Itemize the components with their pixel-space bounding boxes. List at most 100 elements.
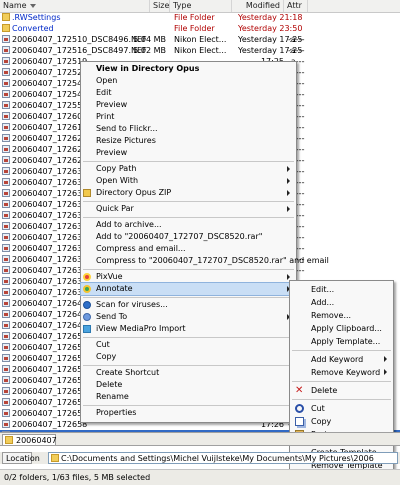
nef-file-icon xyxy=(2,266,10,274)
folder-icon xyxy=(2,24,10,32)
menu-item-label: Create Shortcut xyxy=(96,368,160,377)
submenu-arrow-icon xyxy=(287,190,290,196)
nef-file-icon xyxy=(2,90,10,98)
submenu-item-label: Add Keyword xyxy=(311,355,364,364)
menu-item-cut[interactable]: Cut xyxy=(81,339,296,351)
menu-item-rename[interactable]: Rename xyxy=(81,391,296,403)
menu-item-preview[interactable]: Preview xyxy=(81,99,296,111)
menu-item-create-shortcut[interactable]: Create Shortcut xyxy=(81,367,296,379)
file-type: Nikon Elect... xyxy=(174,35,227,44)
sort-descending-icon xyxy=(30,4,36,8)
menu-item-view-in-directory-opus[interactable]: View in Directory Opus xyxy=(81,63,296,75)
submenu-item-add[interactable]: Add... xyxy=(290,296,393,309)
menu-item-send-to[interactable]: Send To xyxy=(81,311,296,323)
menu-item-add-to-20060407-172707-dsc8520-rar[interactable]: Add to "20060407_172707_DSC8520.rar" xyxy=(81,231,296,243)
nef-file-icon xyxy=(2,321,10,329)
file-row[interactable]: Converted File Folder Yesterday 23:50 xyxy=(0,23,400,34)
folder-tab-label: 20060407 xyxy=(16,436,57,445)
submenu-item-edit[interactable]: Edit... xyxy=(290,283,393,296)
submenu-item-label: Copy xyxy=(311,417,332,426)
submenu-item-apply-template[interactable]: Apply Template... xyxy=(290,335,393,348)
nef-file-icon xyxy=(2,420,10,428)
status-text: 0/2 folders, 1/63 files, 5 MB selected xyxy=(4,473,151,482)
file-row[interactable]: .RWSettings File Folder Yesterday 21:18 xyxy=(0,12,400,23)
menu-item-properties[interactable]: Properties xyxy=(81,407,296,419)
submenu-item-apply-clipboard[interactable]: Apply Clipboard... xyxy=(290,322,393,335)
nef-file-icon xyxy=(2,211,10,219)
column-header-name-label: Name xyxy=(3,1,27,10)
menu-item-copy-path[interactable]: Copy Path xyxy=(81,163,296,175)
nef-file-icon xyxy=(2,233,10,241)
menu-item-pixvue[interactable]: PixVue xyxy=(81,271,296,283)
folder-icon xyxy=(2,13,10,21)
menu-item-add-to-archive[interactable]: Add to archive... xyxy=(81,219,296,231)
column-header-name[interactable]: Name xyxy=(0,0,150,12)
menu-item-label: Add to archive... xyxy=(96,220,162,229)
menu-item-edit[interactable]: Edit xyxy=(81,87,296,99)
submenu-item-remove-keyword[interactable]: Remove Keyword xyxy=(290,366,393,379)
nef-file-icon xyxy=(2,332,10,340)
menu-item-iview-mediapro-import[interactable]: iView MediaPro Import xyxy=(81,323,296,335)
folder-tab-bar: 20060407 xyxy=(0,432,400,446)
submenu-separator xyxy=(292,399,391,400)
column-header-type[interactable]: Type xyxy=(170,0,232,12)
pixvue-icon xyxy=(83,273,91,281)
menu-item-resize-pictures[interactable]: Resize Pictures xyxy=(81,135,296,147)
file-row[interactable]: 20060407_172510_DSC8496.NEF 5.04 MB Nikon … xyxy=(0,34,400,45)
file-name: .RWSettings xyxy=(12,13,61,22)
menu-item-compress-and-email[interactable]: Compress and email... xyxy=(81,243,296,255)
menu-item-send-to-flickr[interactable]: Send to Flickr... xyxy=(81,123,296,135)
submenu-item-copy[interactable]: Copy xyxy=(290,415,393,428)
submenu-arrow-icon xyxy=(384,356,387,362)
menu-item-copy[interactable]: Copy xyxy=(81,351,296,363)
location-path-text: C:\Documents and Settings\Michel Vuijlst… xyxy=(61,454,374,463)
column-header-modified[interactable]: Modified xyxy=(232,0,284,12)
cut-icon xyxy=(295,404,304,413)
column-header-modified-label: Modified xyxy=(245,1,280,10)
submenu-item-label: Apply Clipboard... xyxy=(311,324,382,333)
submenu-item-remove[interactable]: Remove... xyxy=(290,309,393,322)
send-to-icon xyxy=(83,313,91,321)
menu-item-delete[interactable]: Delete xyxy=(81,379,296,391)
menu-item-label: View in Directory Opus xyxy=(96,64,200,73)
submenu-arrow-icon xyxy=(384,369,387,375)
file-type: Nikon Elect... xyxy=(174,46,227,55)
submenu-item-label: Delete xyxy=(311,386,338,395)
nef-file-icon xyxy=(2,222,10,230)
menu-item-annotate[interactable]: Annotate xyxy=(80,282,297,296)
column-header-size[interactable]: Size xyxy=(150,0,170,12)
nef-file-icon xyxy=(2,79,10,87)
menu-item-label: Preview xyxy=(96,100,128,109)
menu-item-label: PixVue xyxy=(96,272,123,281)
folder-tab[interactable]: 20060407 xyxy=(2,434,57,445)
location-button[interactable]: Location xyxy=(2,452,40,464)
file-row[interactable]: 20060407_172516_DSC8497.NEF 5.02 MB Nikon … xyxy=(0,45,400,56)
iview-icon xyxy=(83,325,91,333)
nef-file-icon xyxy=(2,376,10,384)
location-path-field[interactable]: C:\Documents and Settings\Michel Vuijlst… xyxy=(48,452,398,464)
menu-item-open[interactable]: Open xyxy=(81,75,296,87)
submenu-separator xyxy=(292,350,391,351)
file-modified: Yesterday 21:18 xyxy=(238,13,303,22)
menu-item-scan-for-viruses[interactable]: Scan for viruses... xyxy=(81,299,296,311)
nef-file-icon xyxy=(2,46,10,54)
menu-item-print[interactable]: Print xyxy=(81,111,296,123)
menu-item-label: Copy xyxy=(96,352,117,361)
submenu-arrow-icon xyxy=(287,166,290,172)
menu-item-quick-par[interactable]: Quick Par xyxy=(81,203,296,215)
menu-item-directory-opus-zip[interactable]: Directory Opus ZIP xyxy=(81,187,296,199)
menu-item-open-with[interactable]: Open With xyxy=(81,175,296,187)
menu-item-preview[interactable]: Preview xyxy=(81,147,296,159)
submenu-item-label: Edit... xyxy=(311,285,335,294)
nef-file-icon xyxy=(2,299,10,307)
submenu-item-delete[interactable]: ✕ Delete xyxy=(290,384,393,397)
menu-item-label: Open With xyxy=(96,176,139,185)
menu-item-compress-to-20060407-172707-dsc8520-rar-and-email[interactable]: Compress to "20060407_172707_DSC8520.rar… xyxy=(81,255,329,267)
menu-item-label: Preview xyxy=(96,148,128,157)
submenu-item-label: Add... xyxy=(311,298,335,307)
submenu-item-add-keyword[interactable]: Add Keyword xyxy=(290,353,393,366)
nef-file-icon xyxy=(2,35,10,43)
submenu-item-cut[interactable]: Cut xyxy=(290,402,393,415)
nef-file-icon xyxy=(2,57,10,65)
column-header-attr[interactable]: Attr xyxy=(284,0,308,12)
